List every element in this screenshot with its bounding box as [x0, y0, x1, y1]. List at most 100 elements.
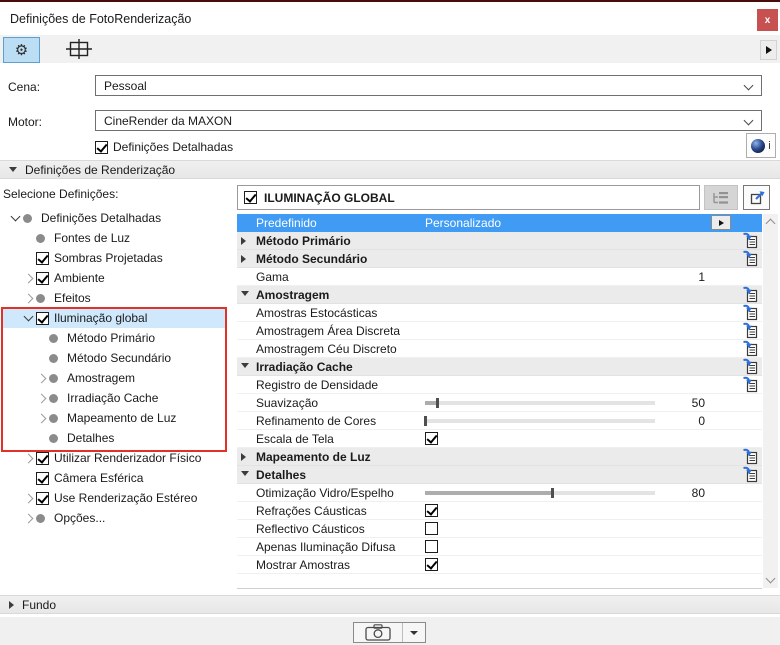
- tree-checkbox[interactable]: [36, 251, 49, 265]
- slider-thumb[interactable]: [424, 416, 427, 426]
- open-in-new-panel-button[interactable]: [743, 185, 770, 210]
- setting-row[interactable]: Amostragem: [237, 286, 762, 304]
- setting-row[interactable]: Otimização Vidro/Espelho 80: [237, 484, 762, 502]
- tree-item[interactable]: Câmera Esférica: [1, 468, 225, 488]
- background-section-bar[interactable]: Fundo: [0, 595, 780, 614]
- expand-arrow-slot[interactable]: [33, 393, 49, 403]
- setting-slider[interactable]: [424, 416, 655, 426]
- tree-item[interactable]: Sombras Projetadas: [1, 248, 225, 268]
- global-illumination-header: ILUMINAÇÃO GLOBAL: [237, 185, 700, 210]
- preset-menu-button[interactable]: [711, 215, 731, 230]
- setting-row[interactable]: Refrações Cáusticas: [237, 502, 762, 520]
- collapse-triangle-icon[interactable]: [241, 363, 249, 368]
- vertical-scrollbar[interactable]: [763, 214, 778, 588]
- tree-item[interactable]: Definições Detalhadas: [1, 208, 225, 228]
- render-options-dropdown[interactable]: [403, 623, 425, 642]
- setting-row[interactable]: Método Secundário: [237, 250, 762, 268]
- setting-slider[interactable]: [425, 488, 655, 498]
- setting-slider[interactable]: [425, 398, 655, 408]
- setting-row[interactable]: Amostragem Céu Discreto: [237, 340, 762, 358]
- chevron-closed-icon: [23, 273, 33, 283]
- expand-arrow-slot[interactable]: [20, 293, 36, 303]
- link-icon[interactable]: [742, 286, 759, 303]
- tree-item[interactable]: Método Secundário: [1, 348, 225, 368]
- expand-arrow-slot[interactable]: [20, 453, 36, 463]
- setting-checkbox[interactable]: [425, 558, 438, 571]
- setting-checkbox[interactable]: [425, 504, 438, 517]
- engine-info-button[interactable]: i: [746, 133, 776, 158]
- link-icon[interactable]: [742, 232, 759, 249]
- link-icon[interactable]: [742, 250, 759, 267]
- setting-row[interactable]: Apenas Iluminação Difusa: [237, 538, 762, 556]
- tree-checkbox[interactable]: [36, 271, 49, 285]
- detailed-settings-checkbox[interactable]: Definições Detalhadas: [95, 140, 233, 154]
- render-settings-section-bar[interactable]: Definições de Renderização: [0, 160, 780, 179]
- tree-checkbox[interactable]: [36, 451, 49, 465]
- expand-arrow-slot[interactable]: [20, 311, 36, 322]
- tree-item[interactable]: Use Renderização Estéreo: [1, 488, 225, 508]
- settings-tab-button[interactable]: ⚙: [3, 37, 40, 63]
- close-button[interactable]: x: [757, 9, 778, 31]
- tree-item[interactable]: Irradiação Cache: [1, 388, 225, 408]
- global-illumination-checkbox[interactable]: [244, 191, 257, 204]
- tree-item[interactable]: Fontes de Luz: [1, 228, 225, 248]
- setting-label: Registro de Densidade: [256, 378, 379, 392]
- setting-row[interactable]: Reflectivo Cáusticos: [237, 520, 762, 538]
- collapse-triangle-icon[interactable]: [241, 471, 249, 476]
- expand-arrow-slot[interactable]: [33, 413, 49, 423]
- setting-row[interactable]: Amostragem Área Discreta: [237, 322, 762, 340]
- engine-select[interactable]: CineRender da MAXON: [95, 110, 762, 131]
- tree-checkbox[interactable]: [36, 471, 49, 485]
- tree-item[interactable]: Detalhes: [1, 428, 225, 448]
- setting-row[interactable]: Amostras Estocásticas: [237, 304, 762, 322]
- expand-triangle-icon[interactable]: [241, 255, 246, 263]
- link-icon[interactable]: [742, 448, 759, 465]
- scene-select[interactable]: Pessoal: [95, 75, 762, 96]
- setting-row[interactable]: Registro de Densidade: [237, 376, 762, 394]
- tree-checkbox[interactable]: [36, 311, 49, 325]
- toolbar-overflow-button[interactable]: [760, 40, 777, 60]
- expand-triangle-icon[interactable]: [241, 237, 246, 245]
- link-icon[interactable]: [742, 358, 759, 375]
- render-camera-button[interactable]: [354, 623, 403, 642]
- link-icon[interactable]: [742, 322, 759, 339]
- preset-row[interactable]: Predefinido Personalizado: [237, 214, 762, 232]
- tree-checkbox[interactable]: [36, 491, 49, 505]
- collapse-triangle-icon[interactable]: [241, 291, 249, 296]
- setting-row[interactable]: Mapeamento de Luz: [237, 448, 762, 466]
- tree-view-button[interactable]: [704, 185, 738, 210]
- link-icon[interactable]: [742, 340, 759, 357]
- expand-triangle-icon[interactable]: [241, 453, 246, 461]
- tree-item[interactable]: Efeitos: [1, 288, 225, 308]
- tree-item[interactable]: Método Primário: [1, 328, 225, 348]
- setting-row[interactable]: Método Primário: [237, 232, 762, 250]
- link-icon[interactable]: [742, 376, 759, 393]
- expand-arrow-slot[interactable]: [20, 493, 36, 503]
- expand-arrow-slot[interactable]: [33, 373, 49, 383]
- slider-thumb[interactable]: [550, 488, 554, 498]
- setting-checkbox[interactable]: [425, 432, 438, 445]
- setting-row[interactable]: Refinamento de Cores 0: [237, 412, 762, 430]
- setting-row[interactable]: Gama 1: [237, 268, 762, 286]
- setting-row[interactable]: Escala de Tela: [237, 430, 762, 448]
- setting-row[interactable]: Irradiação Cache: [237, 358, 762, 376]
- setting-checkbox[interactable]: [425, 540, 438, 553]
- tree-item[interactable]: Mapeamento de Luz: [1, 408, 225, 428]
- link-icon[interactable]: [742, 466, 759, 483]
- setting-row[interactable]: Suavização 50: [237, 394, 762, 412]
- tree-item[interactable]: Opções...: [1, 508, 225, 528]
- setting-row[interactable]: Mostrar Amostras: [237, 556, 762, 574]
- setting-checkbox[interactable]: [425, 522, 438, 535]
- tree-item[interactable]: Iluminação global: [1, 308, 225, 328]
- slider-thumb[interactable]: [435, 398, 439, 408]
- setting-row[interactable]: Detalhes: [237, 466, 762, 484]
- link-icon[interactable]: [742, 304, 759, 321]
- tree-item[interactable]: Ambiente: [1, 268, 225, 288]
- tree-item[interactable]: Utilizar Renderizador Físico: [1, 448, 225, 468]
- expand-arrow-slot[interactable]: [20, 273, 36, 283]
- expand-arrow-slot[interactable]: [20, 513, 36, 523]
- size-tab-button[interactable]: [64, 38, 94, 60]
- chevron-open-icon: [10, 211, 20, 222]
- tree-item[interactable]: Amostragem: [1, 368, 225, 388]
- expand-arrow-slot[interactable]: [7, 211, 23, 222]
